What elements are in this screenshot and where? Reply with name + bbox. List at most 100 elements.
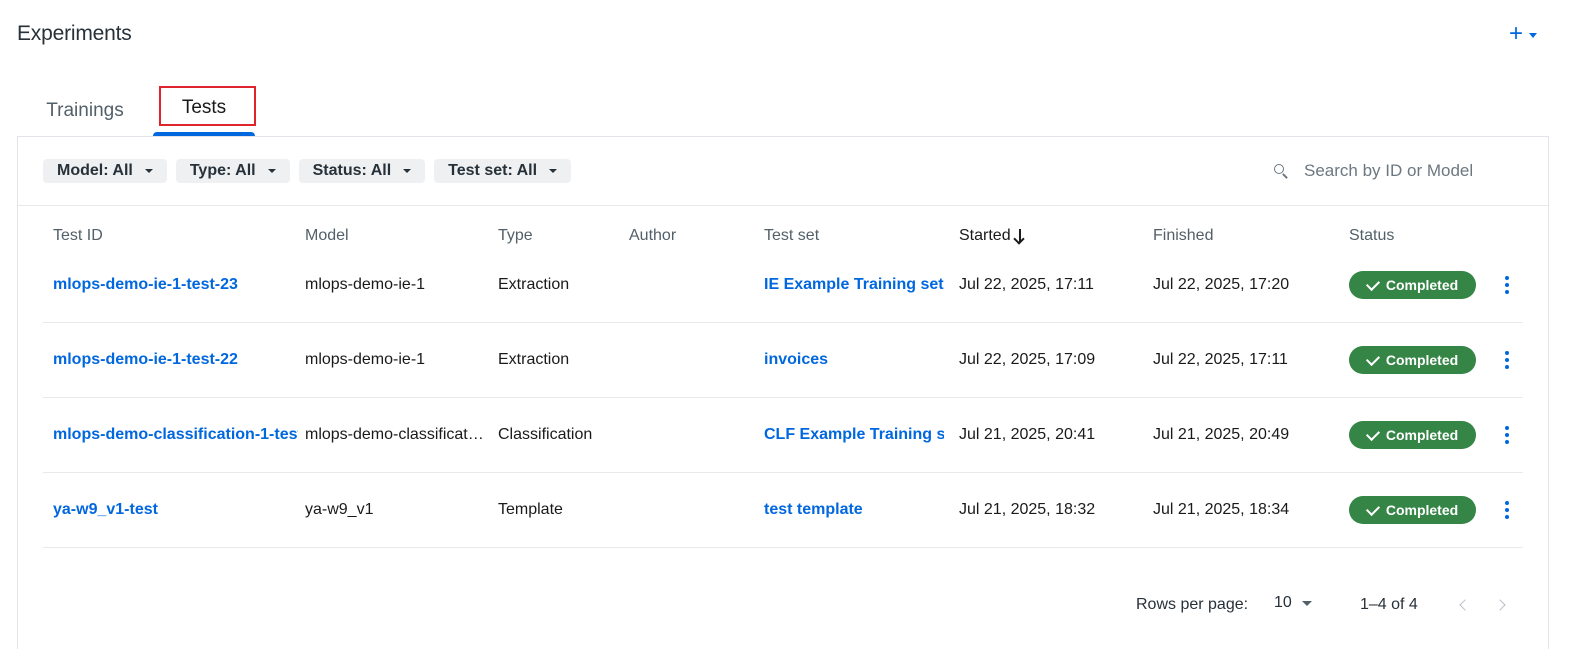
check-icon [1365,501,1380,516]
column-header-model[interactable]: Model [305,227,349,245]
column-header-type[interactable]: Type [498,227,533,245]
test-id-link[interactable]: mlops-demo-classification-1-test [53,398,298,472]
test-set-link[interactable]: invoices [764,323,944,397]
column-header-finished[interactable]: Finished [1153,227,1213,245]
status-cell: Completed [1349,323,1479,397]
column-header-test-set[interactable]: Test set [764,227,819,245]
test-set-link[interactable]: IE Example Training set [764,248,944,322]
column-header-started[interactable]: Started [959,227,1026,245]
search-box [1273,159,1476,183]
status-badge: Completed [1349,421,1476,449]
filter-type[interactable]: Type: All [175,159,290,183]
started-cell: Jul 21, 2025, 18:32 [959,501,1096,518]
table-row[interactable]: mlops-demo-classification-1-test mlops-d… [43,398,1523,473]
check-icon [1365,276,1380,291]
caret-down-icon [144,169,153,173]
finished-cell: Jul 22, 2025, 17:20 [1153,276,1290,293]
caret-down-icon [267,169,276,173]
previous-page-button[interactable] [1452,594,1474,616]
status-badge: Completed [1349,271,1476,299]
tests-table-card: Model: All Type: All Status: All Test se… [17,136,1549,649]
row-menu-button[interactable] [1497,398,1517,472]
finished-cell: Jul 22, 2025, 17:11 [1153,351,1288,368]
finished-cell: Jul 21, 2025, 20:49 [1153,426,1290,443]
column-header-author[interactable]: Author [629,227,676,245]
status-cell: Completed [1349,248,1479,322]
row-menu-button[interactable] [1497,323,1517,397]
type-cell: Template [498,501,563,518]
search-icon [1273,163,1289,179]
arrow-down-icon [1013,228,1026,245]
caret-down-icon [403,169,412,173]
model-cell: mlops-demo-ie-1 [305,276,426,293]
finished-cell: Jul 21, 2025, 18:34 [1153,501,1290,518]
author-cell [629,248,754,322]
started-cell: Jul 22, 2025, 17:09 [959,351,1096,368]
status-cell: Completed [1349,473,1479,547]
test-set-link[interactable]: test template [764,473,944,547]
status-badge: Completed [1349,346,1476,374]
status-cell: Completed [1349,398,1479,472]
rows-per-page-label: Rows per page: [1136,596,1249,613]
author-cell [629,398,754,472]
row-menu-button[interactable] [1497,248,1517,322]
filter-model[interactable]: Model: All [43,159,167,183]
started-cell: Jul 21, 2025, 20:41 [959,426,1096,443]
check-icon [1365,351,1380,366]
type-cell: Classification [498,426,593,443]
column-header-test-id[interactable]: Test ID [53,227,103,245]
chevron-right-icon [1493,599,1506,611]
test-id-link[interactable]: mlops-demo-ie-1-test-22 [53,323,298,397]
rows-per-page-value: 10 [1274,594,1292,611]
page-title: Experiments [17,22,132,45]
status-label: Completed [1385,502,1459,518]
status-label: Completed [1385,427,1459,443]
status-label: Completed [1385,352,1459,368]
model-cell: ya-w9_v1 [305,501,374,518]
model-cell: mlops-demo-ie-1 [305,351,426,368]
table-row[interactable]: mlops-demo-ie-1-test-23 mlops-demo-ie-1 … [43,248,1523,323]
table-row[interactable]: mlops-demo-ie-1-test-22 mlops-demo-ie-1 … [43,323,1523,398]
chevron-left-icon [1458,599,1471,611]
row-menu-button[interactable] [1497,473,1517,547]
filter-label: Type: All [189,162,256,179]
tab-label: Trainings [46,100,124,121]
column-header-status[interactable]: Status [1349,227,1394,245]
table-header: Test ID Model Type Author Test set Start… [18,227,1548,249]
author-cell [629,473,754,547]
filter-status[interactable]: Status: All [298,159,426,183]
divider [18,205,1548,206]
type-cell: Extraction [498,276,570,293]
caret-down-icon [1301,600,1312,606]
type-cell: Extraction [498,351,570,368]
next-page-button[interactable] [1490,594,1512,616]
search-input[interactable] [1304,161,1476,181]
pagination: Rows per page: 10 1–4 of 4 [18,594,1548,616]
caret-down-icon [549,169,558,173]
status-label: Completed [1385,277,1459,293]
author-cell [629,323,754,397]
filter-bar: Model: All Type: All Status: All Test se… [43,159,572,183]
test-id-link[interactable]: ya-w9_v1-test [53,473,298,547]
tab-label: Tests [181,97,227,118]
table-row[interactable]: ya-w9_v1-test ya-w9_v1 Template test tem… [43,473,1523,548]
started-cell: Jul 22, 2025, 17:11 [959,276,1094,293]
tab-trainings[interactable]: Trainings [17,86,153,136]
page-range: 1–4 of 4 [1360,596,1418,613]
table-body: mlops-demo-ie-1-test-23 mlops-demo-ie-1 … [43,248,1523,548]
filter-label: Test set: All [448,162,538,179]
model-cell: mlops-demo-classificat… [305,426,484,443]
status-badge: Completed [1349,496,1476,524]
plus-icon: + [1508,20,1523,47]
check-icon [1365,426,1380,441]
caret-down-icon [1529,32,1537,38]
filter-test-set[interactable]: Test set: All [434,159,572,183]
add-menu-button[interactable]: + [1509,22,1537,46]
tab-tests[interactable]: Tests [153,86,256,136]
tab-bar: Trainings Tests [17,86,256,136]
test-id-link[interactable]: mlops-demo-ie-1-test-23 [53,248,298,322]
rows-per-page-select[interactable]: 10 [1274,594,1312,612]
filter-label: Status: All [312,162,392,179]
test-set-link[interactable]: CLF Example Training s… [764,398,944,472]
column-header-label: Started [959,227,1011,244]
